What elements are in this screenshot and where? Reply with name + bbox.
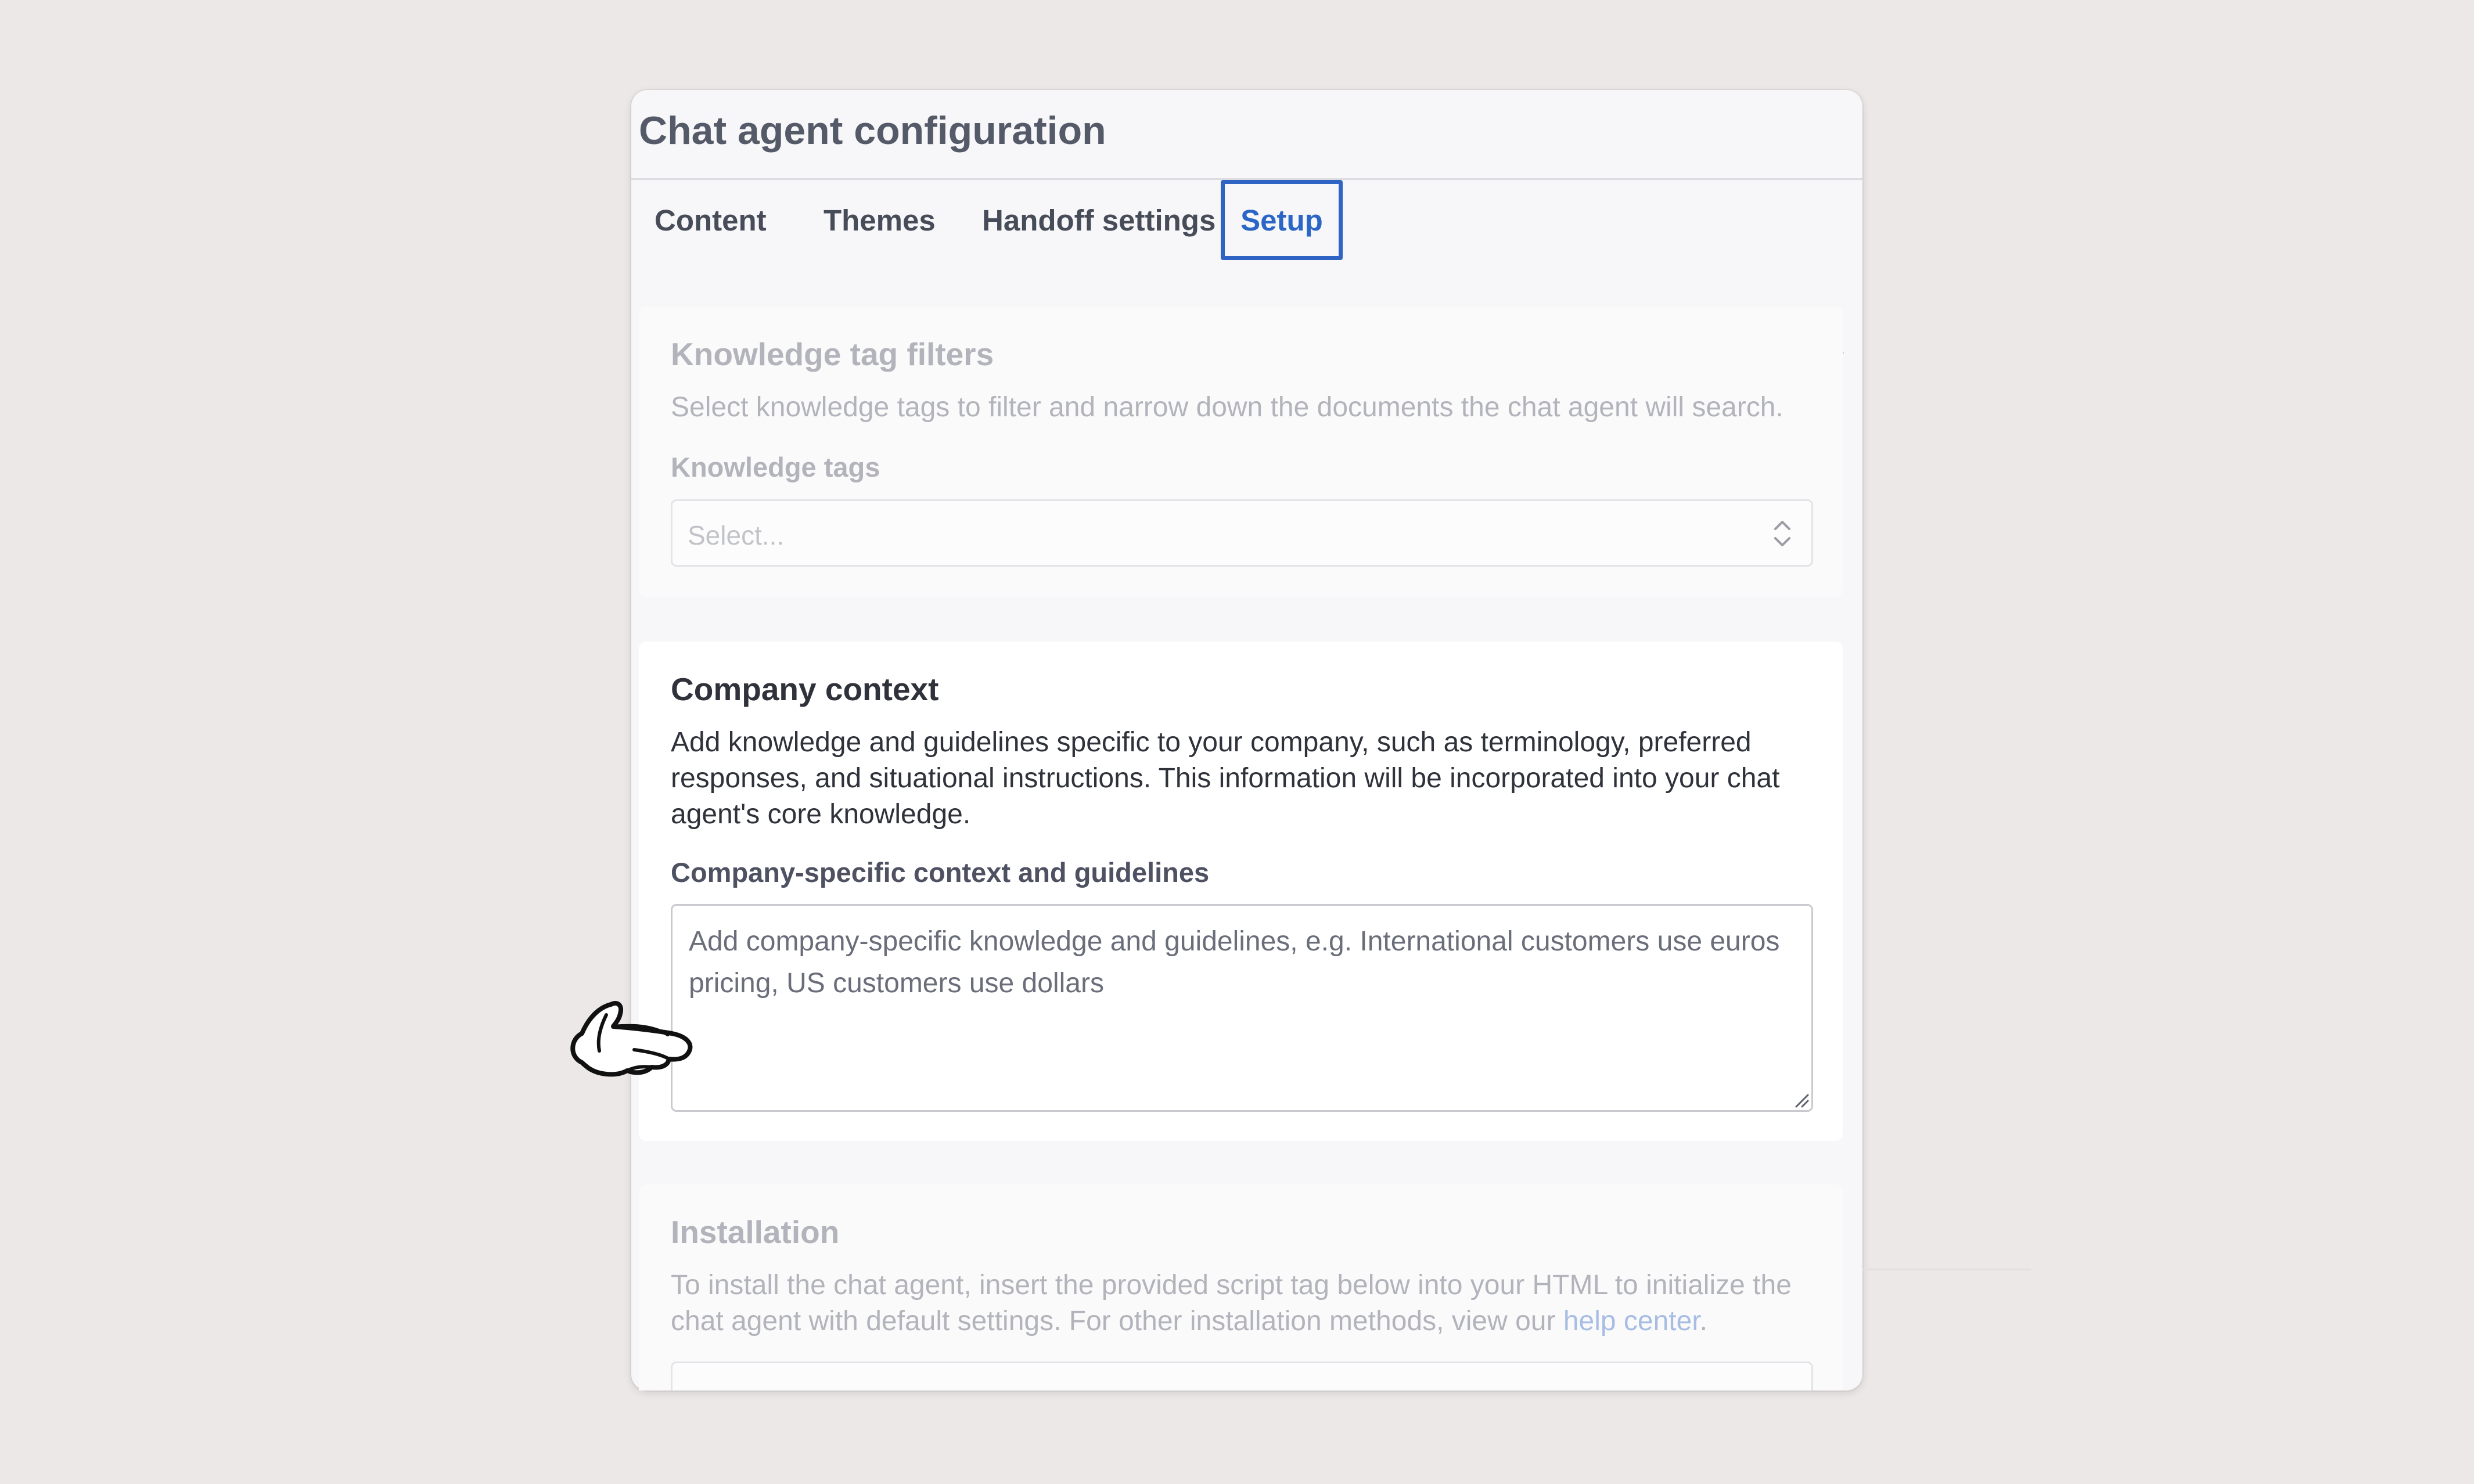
tab-setup[interactable]: Setup	[1221, 180, 1343, 260]
knowledge-tags-select-placeholder: Select...	[688, 520, 785, 550]
knowledge-tags-label: Knowledge tags	[671, 452, 880, 482]
company-context-textarea-placeholder: Add company-specific knowledge and guide…	[689, 926, 1780, 999]
company-context-textarea[interactable]: Add company-specific knowledge and guide…	[671, 904, 1813, 1112]
divider-line	[1862, 1269, 2031, 1270]
tab-themes[interactable]: Themes	[824, 180, 951, 260]
page-background: Chat agent configuration Content Themes …	[0, 0, 2474, 1484]
knowledge-tag-filters-card: Knowledge tag filters Select knowledge t…	[639, 307, 1843, 597]
chevron-up-down-icon	[1774, 521, 1790, 546]
company-context-description: Add knowledge and guidelines specific to…	[671, 727, 1780, 830]
knowledge-tag-filters-description: Select knowledge tags to filter and narr…	[671, 392, 1783, 423]
company-context-field-label: Company-specific context and guidelines	[671, 857, 1210, 888]
panel-header: Chat agent configuration	[631, 90, 1862, 180]
page-title: Chat agent configuration	[639, 109, 1106, 153]
installation-description: To install the chat agent, insert the pr…	[671, 1267, 1832, 1339]
knowledge-tag-filters-heading: Knowledge tag filters	[671, 336, 994, 372]
help-center-link[interactable]: help center	[1563, 1306, 1700, 1337]
company-context-heading: Company context	[671, 671, 939, 707]
company-context-card: Company context Add knowledge and guidel…	[639, 642, 1843, 1141]
installation-description-suffix: .	[1699, 1306, 1708, 1337]
installation-heading: Installation	[671, 1214, 840, 1250]
knowledge-tags-select[interactable]: Select...	[671, 499, 1813, 567]
pointing-hand-icon	[570, 1001, 693, 1077]
tab-content[interactable]: Content	[655, 180, 771, 260]
tab-handoff-settings[interactable]: Handoff settings	[982, 180, 1226, 260]
resize-grip-icon[interactable]	[1792, 1090, 1809, 1108]
installation-card: Installation To install the chat agent, …	[639, 1184, 1843, 1391]
script-tag-box[interactable]	[671, 1361, 1813, 1391]
